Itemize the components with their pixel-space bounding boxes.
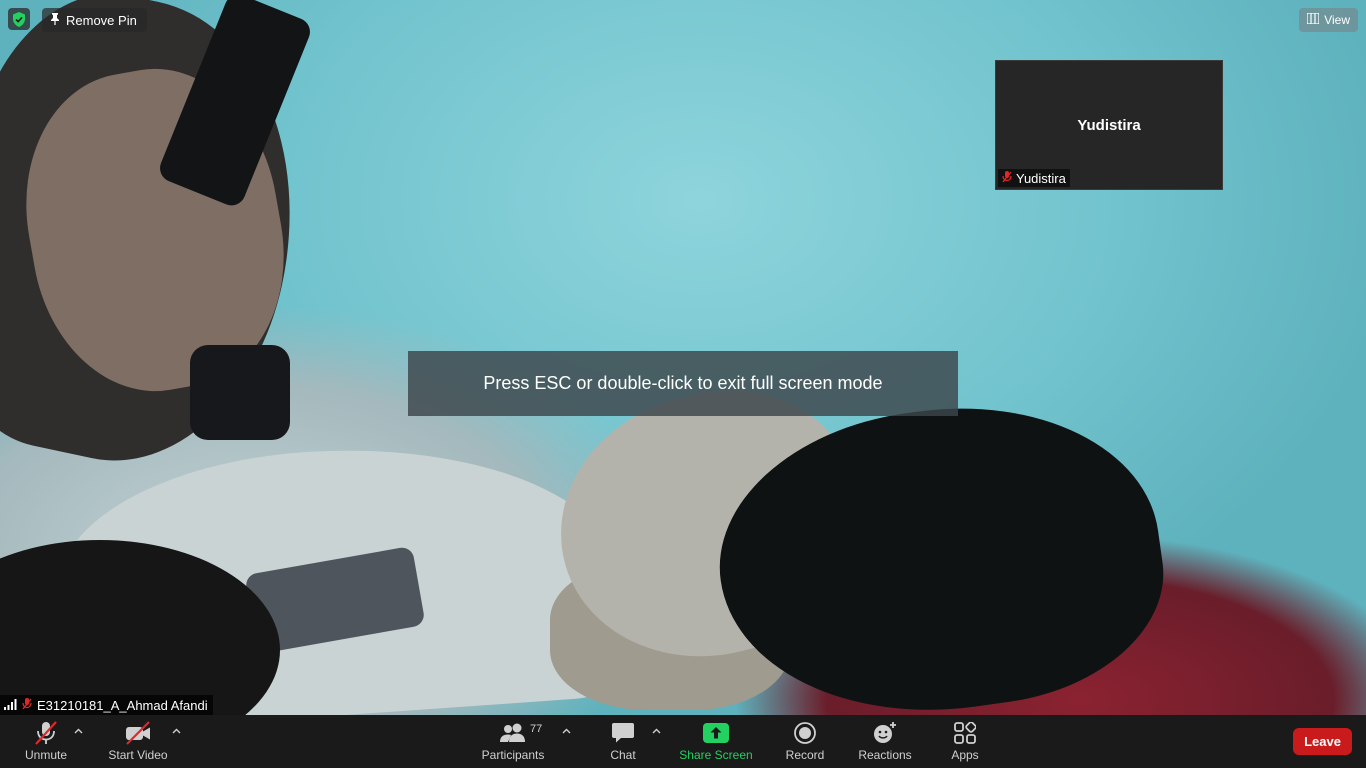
participants-label: Participants xyxy=(481,748,545,762)
security-shield-icon[interactable] xyxy=(8,8,30,30)
share-screen-label: Share Screen xyxy=(679,748,753,762)
audio-options-caret-icon[interactable] xyxy=(72,725,84,737)
thumbnail-name-tag: Yudistira xyxy=(998,169,1070,187)
unmute-label: Unmute xyxy=(24,748,68,762)
remove-pin-button[interactable]: Remove Pin xyxy=(42,8,147,32)
muted-mic-icon xyxy=(1002,170,1012,186)
remove-pin-label: Remove Pin xyxy=(66,12,137,28)
record-icon xyxy=(791,721,819,745)
start-video-button[interactable]: Start Video xyxy=(106,715,170,768)
reactions-label: Reactions xyxy=(858,748,912,762)
view-button[interactable]: View xyxy=(1299,8,1358,32)
participant-thumbnail[interactable]: Yudistira Yudistira xyxy=(995,60,1223,190)
share-screen-button[interactable]: Share Screen xyxy=(678,715,754,768)
self-name-tag: E31210181_A_Ahmad Afandi xyxy=(0,695,213,715)
meeting-toolbar: Unmute Start Video Participants 77 Chat … xyxy=(0,715,1366,768)
fullscreen-exit-toast: Press ESC or double-click to exit full s… xyxy=(408,351,958,416)
video-content xyxy=(190,345,290,440)
participants-icon xyxy=(499,721,527,745)
self-name-tag-text: E31210181_A_Ahmad Afandi xyxy=(37,697,208,713)
chat-button[interactable]: Chat xyxy=(604,715,642,768)
reactions-smiley-icon xyxy=(871,721,899,745)
video-off-icon xyxy=(124,721,152,745)
chat-bubble-icon xyxy=(609,721,637,745)
grid-view-icon xyxy=(1306,12,1320,27)
reactions-button[interactable]: Reactions xyxy=(856,715,914,768)
start-video-label: Start Video xyxy=(108,748,168,762)
unmute-button[interactable]: Unmute xyxy=(20,715,72,768)
toast-message: Press ESC or double-click to exit full s… xyxy=(483,373,883,393)
chat-options-caret-icon[interactable] xyxy=(650,725,662,737)
record-button[interactable]: Record xyxy=(784,715,826,768)
chat-label: Chat xyxy=(610,748,636,762)
apps-label: Apps xyxy=(951,748,979,762)
muted-mic-icon xyxy=(22,697,32,713)
participants-count: 77 xyxy=(530,723,543,735)
share-screen-icon xyxy=(702,721,730,745)
thumbnail-participant-name: Yudistira xyxy=(1077,117,1141,134)
pin-icon xyxy=(50,12,60,28)
view-label: View xyxy=(1324,13,1350,27)
apps-icon xyxy=(951,721,979,745)
thumbnail-name-tag-text: Yudistira xyxy=(1016,170,1066,186)
muted-mic-icon xyxy=(32,721,60,745)
signal-strength-icon xyxy=(4,698,17,713)
record-label: Record xyxy=(785,748,825,762)
apps-button[interactable]: Apps xyxy=(946,715,984,768)
leave-button[interactable]: Leave xyxy=(1293,728,1352,755)
participants-options-caret-icon[interactable] xyxy=(560,725,572,737)
video-options-caret-icon[interactable] xyxy=(170,725,182,737)
